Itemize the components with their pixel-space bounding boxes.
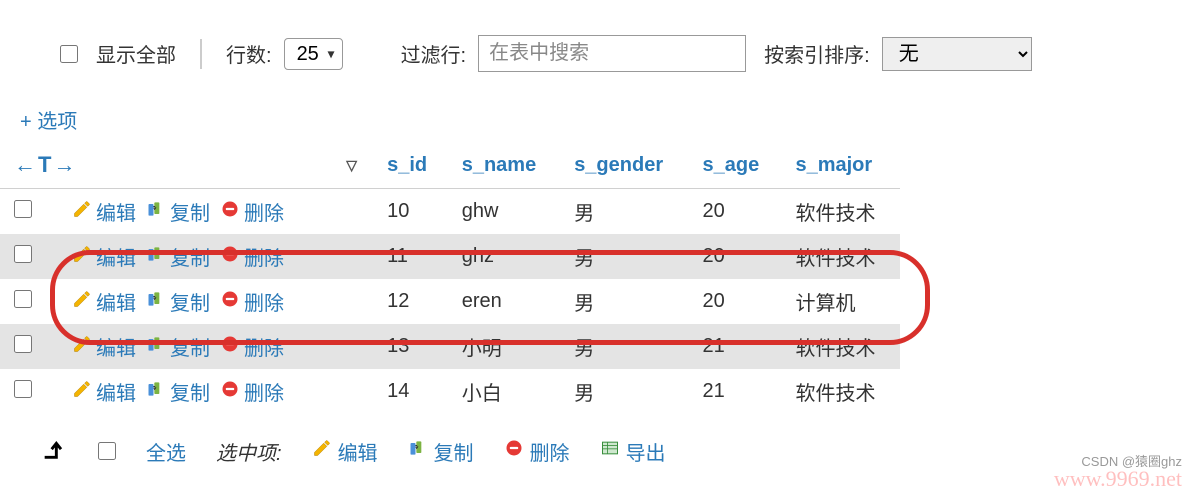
cell-s_gender: 男 [560,279,688,324]
show-all-checkbox[interactable] [60,45,78,63]
bulk-copy-button[interactable]: 复制 [408,437,474,466]
table-row: 编辑复制删除 12eren男20计算机 [0,279,900,324]
row-checkbox[interactable] [14,335,32,353]
cell-s_age: 21 [689,324,782,369]
delete-icon [220,244,240,270]
cell-s_age: 20 [689,189,782,235]
col-s_id[interactable]: s_id [373,142,448,189]
cell-s_id: 12 [373,279,448,324]
copy-icon [146,199,166,225]
filter-label: 过滤行: [401,39,467,68]
delete-icon [220,199,240,225]
table-row: 编辑复制删除 13小明男21软件技术 [0,324,900,369]
table-row: 编辑复制删除 14小白男21软件技术 [0,369,900,414]
sort-dropdown-icon[interactable]: ▽ [346,157,359,174]
copy-icon [146,379,166,405]
row-checkbox[interactable] [14,245,32,263]
delete-icon [220,334,240,360]
edit-button[interactable]: 编辑 [72,197,136,226]
cell-s_gender: 男 [560,189,688,235]
row-checkbox[interactable] [14,380,32,398]
delete-button[interactable]: 删除 [220,287,284,316]
select-all-checkbox[interactable] [98,442,116,460]
copy-icon [408,438,428,464]
cell-s_gender: 男 [560,324,688,369]
copy-button[interactable]: 复制 [146,242,210,271]
copy-button[interactable]: 复制 [146,332,210,361]
edit-button[interactable]: 编辑 [72,377,136,406]
cell-s_gender: 男 [560,369,688,414]
col-s_gender[interactable]: s_gender [560,142,688,189]
cell-s_major: 软件技术 [781,324,900,369]
copy-button[interactable]: 复制 [146,287,210,316]
cell-s_major: 软件技术 [781,189,900,235]
pencil-icon [72,244,92,270]
cell-s_major: 计算机 [781,279,900,324]
pencil-icon [72,199,92,225]
cell-s_name: 小白 [448,369,560,414]
pencil-icon [312,438,332,464]
delete-icon [220,289,240,315]
col-s_name[interactable]: s_name [448,142,560,189]
col-s_major[interactable]: s_major [781,142,900,189]
cell-s_id: 10 [373,189,448,235]
edit-button[interactable]: 编辑 [72,287,136,316]
watermark-site: www.9969.net [1054,466,1182,492]
filter-input[interactable] [478,35,746,72]
select-all-link[interactable]: 全选 [146,437,186,466]
copy-button[interactable]: 复制 [146,377,210,406]
copy-icon [146,244,166,270]
copy-icon [146,289,166,315]
arrow-up-icon [40,434,68,468]
divider [200,39,202,69]
edit-button[interactable]: 编辑 [72,332,136,361]
cell-s_gender: 男 [560,234,688,279]
cell-s_major: 软件技术 [781,369,900,414]
cell-s_name: eren [448,279,560,324]
cell-s_age: 20 [689,234,782,279]
bulk-edit-button[interactable]: 编辑 [312,437,378,466]
show-all-label: 显示全部 [96,39,176,68]
col-s_age[interactable]: s_age [689,142,782,189]
cell-s_major: 软件技术 [781,234,900,279]
checked-items-label: 选中项: [216,437,282,466]
cell-s_name: 小明 [448,324,560,369]
copy-button[interactable]: 复制 [146,197,210,226]
cell-s_id: 13 [373,324,448,369]
cell-s_age: 21 [689,369,782,414]
cell-s_id: 11 [373,234,448,279]
cell-s_name: ghz [448,234,560,279]
row-checkbox[interactable] [14,200,32,218]
table-row: 编辑复制删除 10ghw男20软件技术 [0,189,900,235]
pencil-icon [72,289,92,315]
delete-button[interactable]: 删除 [220,197,284,226]
bulk-delete-button[interactable]: 删除 [504,437,570,466]
delete-icon [220,379,240,405]
export-icon [600,438,620,464]
cell-s_id: 14 [373,369,448,414]
cell-s_name: ghw [448,189,560,235]
rows-label: 行数: [226,39,272,68]
data-table: ←T→ ▽ s_id s_name s_gender s_age s_major… [0,142,900,414]
delete-button[interactable]: 删除 [220,332,284,361]
bulk-export-button[interactable]: 导出 [600,437,666,466]
pencil-icon [72,379,92,405]
delete-icon [504,438,524,464]
pencil-icon [72,334,92,360]
bulk-action-bar: 全选 选中项: 编辑 复制 删除 导出 [0,414,1190,468]
rows-select[interactable]: 25 [284,38,343,70]
cell-s_age: 20 [689,279,782,324]
edit-button[interactable]: 编辑 [72,242,136,271]
toolbar: 显示全部 行数: 25 ▾ 过滤行: 按索引排序: 无 [0,0,1190,87]
sort-select[interactable]: 无 [882,37,1032,71]
row-header-symbol[interactable]: ←T→ [14,152,77,178]
delete-button[interactable]: 删除 [220,377,284,406]
row-checkbox[interactable] [14,290,32,308]
copy-icon [146,334,166,360]
table-row: 编辑复制删除 11ghz男20软件技术 [0,234,900,279]
options-link[interactable]: + 选项 [0,87,1190,142]
sort-label: 按索引排序: [764,39,870,68]
delete-button[interactable]: 删除 [220,242,284,271]
